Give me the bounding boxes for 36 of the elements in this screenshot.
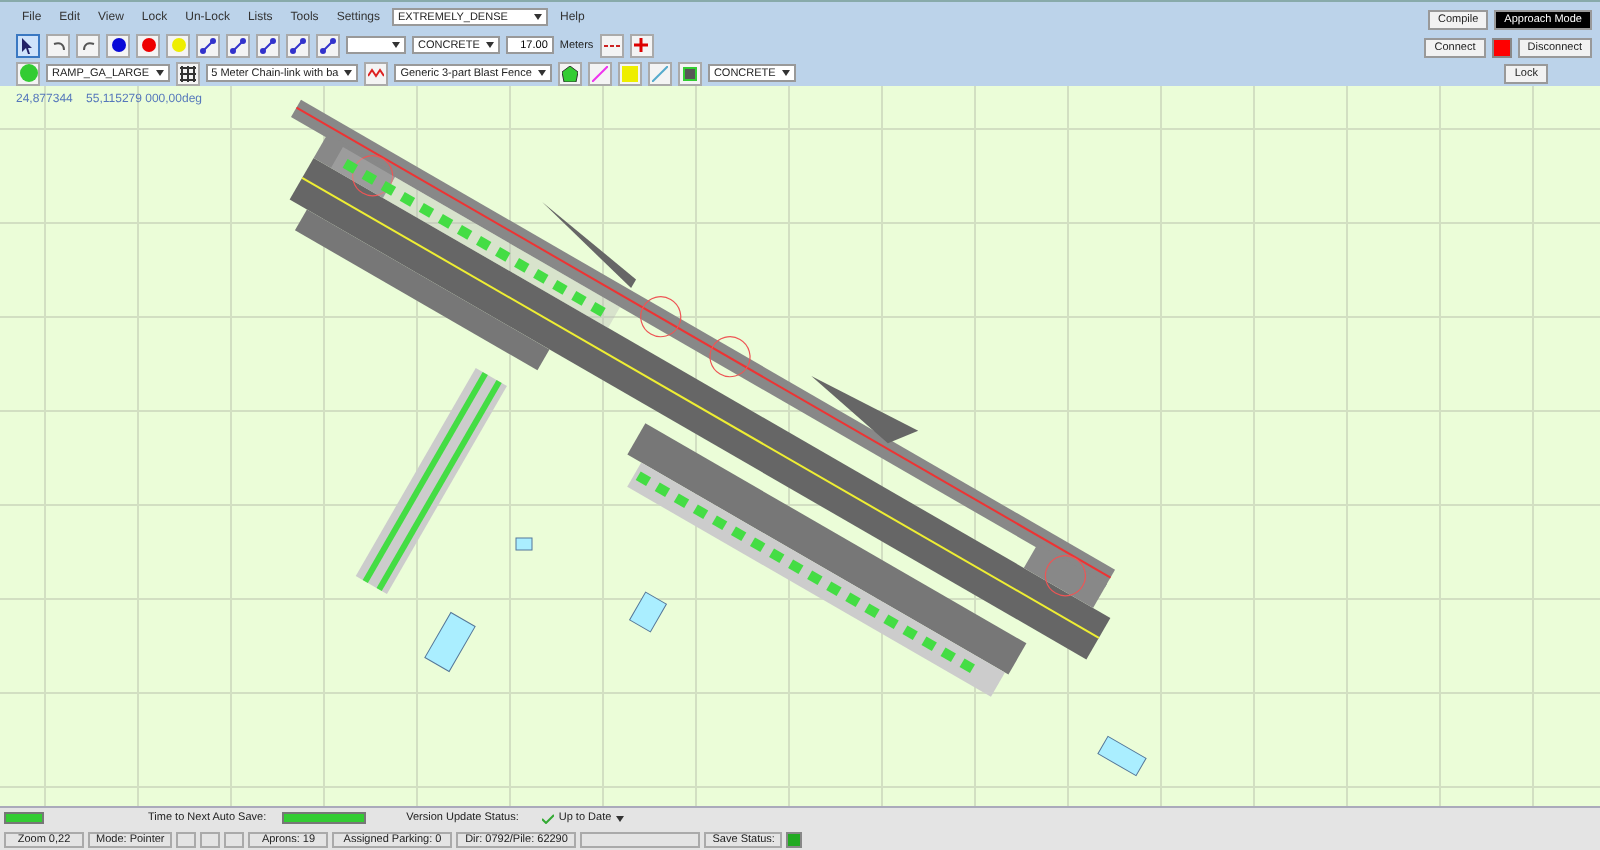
tool-button[interactable] [599,33,624,57]
square-icon [621,65,638,81]
zigzag-icon [368,68,385,78]
pointer-icon [22,37,34,53]
grid-icon [179,65,196,81]
tool-button[interactable] [196,33,220,57]
tool-button[interactable] [316,33,340,57]
tool-button[interactable] [557,61,582,85]
check-icon [542,813,555,823]
tool-button[interactable] [46,33,70,57]
dot-icon [19,64,37,82]
polygon-icon [561,65,578,81]
tool-button[interactable] [175,61,200,85]
tool-button[interactable] [76,33,100,57]
tool-button[interactable] [286,33,310,57]
line-tool-icon [320,37,336,53]
tool-button[interactable] [16,33,40,57]
tool-button[interactable] [226,33,250,57]
tool-button[interactable] [256,33,280,57]
layer-dropdown[interactable] [346,36,406,54]
plus-icon [634,38,649,52]
redo-icon [81,40,95,50]
line-icon [651,65,668,81]
line-icon [591,65,608,81]
line-tool-icon [200,37,216,53]
dot-icon [111,38,125,52]
line-tool-icon [230,37,246,53]
frame-icon [681,65,698,81]
dot-icon [171,38,185,52]
tool-button[interactable] [106,33,130,57]
tool-button[interactable] [677,61,702,85]
line-tool-icon [260,37,276,53]
line-tool-icon [290,37,306,53]
undo-icon [51,40,65,50]
dot-icon [141,38,155,52]
dashed-line-icon [603,41,620,49]
